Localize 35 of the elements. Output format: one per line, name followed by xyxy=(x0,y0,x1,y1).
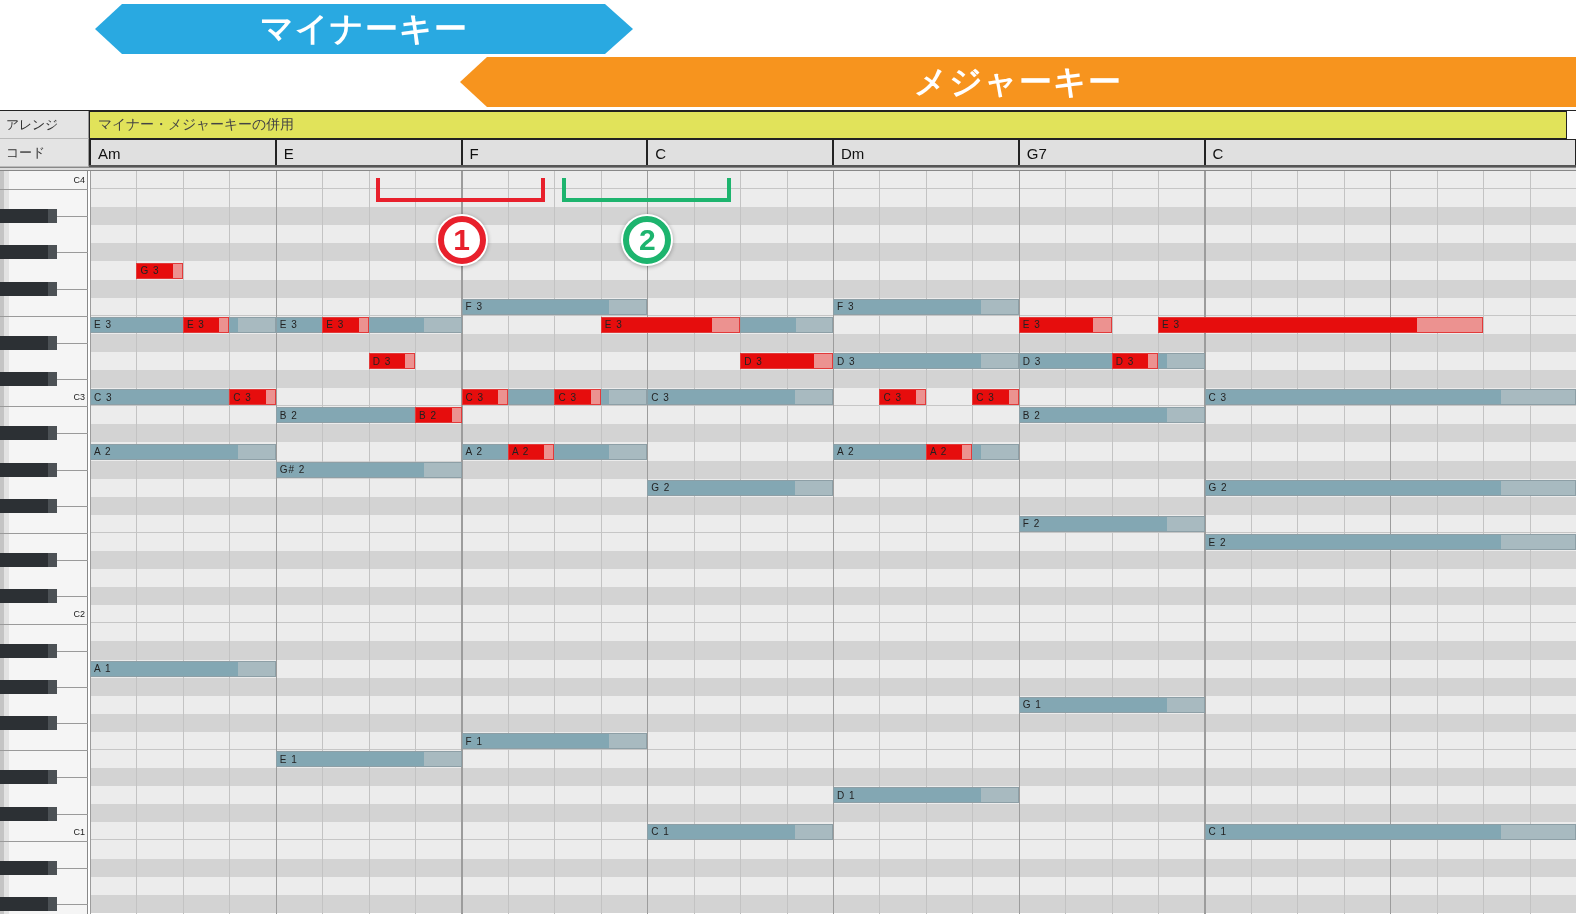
row-label: コード xyxy=(0,139,89,167)
note-block[interactable]: B 2 xyxy=(415,407,462,424)
note-block[interactable]: C 3 xyxy=(972,389,1019,406)
row-label: アレンジ xyxy=(0,111,89,139)
note-block[interactable]: D 3 xyxy=(1111,353,1159,370)
note-block[interactable]: D 3 xyxy=(368,353,416,370)
octave-label: C1 xyxy=(73,825,85,839)
chord-cell: F xyxy=(460,140,647,165)
chord-cell: C xyxy=(1203,140,1576,165)
key-banner: メジャーキー xyxy=(460,57,1576,107)
note-block[interactable]: D 1 xyxy=(833,787,1019,804)
chord-cell: G7 xyxy=(1017,140,1204,165)
arrange-bar: マイナー・メジャーキーの併用 xyxy=(89,111,1567,139)
note-block[interactable]: F 1 xyxy=(461,733,648,750)
note-block[interactable]: E 1 xyxy=(275,751,462,768)
note-block[interactable]: C 3 xyxy=(461,389,508,406)
note-block[interactable]: B 2 xyxy=(1018,407,1205,424)
octave-label: C4 xyxy=(73,174,85,188)
chord-cell: Dm xyxy=(832,140,1018,165)
key-banner: マイナーキー xyxy=(95,4,633,54)
octave-label: C2 xyxy=(73,608,85,622)
octave-label: C3 xyxy=(73,391,85,405)
chord-cell: Am xyxy=(89,140,275,165)
note-block[interactable]: C 3 xyxy=(90,389,230,406)
note-block[interactable]: C 3 xyxy=(879,389,926,406)
note-block[interactable]: E 2 xyxy=(1204,534,1576,551)
note-block[interactable]: B 2 xyxy=(275,407,416,424)
note-block[interactable]: C 3 xyxy=(1204,389,1576,406)
note-block[interactable]: C 3 xyxy=(229,389,276,406)
note-block[interactable]: C 3 xyxy=(554,389,601,406)
note-block[interactable]: D 3 xyxy=(740,353,833,370)
note-block[interactable]: C 3 xyxy=(647,389,833,406)
note-block[interactable]: D 3 xyxy=(833,353,1019,370)
chord-cell: C xyxy=(646,140,832,165)
chord-cell: E xyxy=(274,140,461,165)
